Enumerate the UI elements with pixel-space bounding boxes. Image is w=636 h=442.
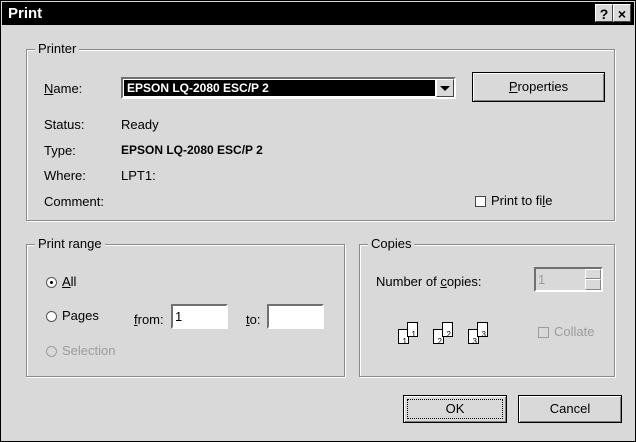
spin-up-button[interactable]	[585, 269, 601, 279]
collate-checkbox[interactable]	[538, 327, 549, 338]
comment-label: Comment:	[44, 194, 104, 209]
collate-label: Collate	[554, 324, 595, 339]
from-value: 1	[175, 309, 183, 324]
all-label: All	[62, 274, 77, 289]
dropdown-button[interactable]	[436, 79, 454, 97]
help-button[interactable]: ?	[595, 4, 613, 22]
from-input[interactable]: 1	[171, 304, 228, 329]
to-label: to:	[246, 312, 261, 327]
all-radio[interactable]	[46, 277, 57, 288]
from-label: from:	[134, 312, 164, 327]
name-label: Name:	[44, 81, 83, 96]
cancel-button[interactable]: Cancel	[518, 395, 622, 423]
selection-label: Selection	[62, 343, 116, 358]
number-of-copies-label: Number of copies:	[376, 274, 482, 289]
copies-group: Copies	[359, 236, 615, 377]
properties-button[interactable]: Properties	[472, 72, 605, 102]
print-range-legend: Print range	[35, 236, 105, 251]
printer-legend: Printer	[35, 41, 80, 56]
type-value: EPSON LQ-2080 ESC/P 2	[121, 143, 263, 157]
status-value: Ready	[121, 117, 159, 132]
close-button[interactable]: ×	[613, 4, 631, 22]
print-dialog: Print ? × Printer Name: EPSON LQ-2080 ES…	[0, 0, 636, 442]
selection-radio[interactable]	[46, 346, 57, 357]
where-label: Where:	[44, 168, 86, 183]
to-input[interactable]	[267, 304, 324, 329]
spin-down-button[interactable]	[585, 279, 601, 290]
page-icon: 3	[477, 322, 488, 339]
chevron-down-icon	[440, 86, 450, 91]
copies-spinner[interactable]: 1	[534, 267, 603, 292]
page-icon: 2	[442, 322, 453, 339]
pages-radio[interactable]	[46, 311, 57, 322]
print-to-file-checkbox[interactable]	[475, 196, 486, 207]
window-title: Print	[8, 5, 43, 22]
title-bar: Print ? ×	[2, 2, 634, 25]
printer-name-select[interactable]: EPSON LQ-2080 ESC/P 2	[121, 77, 456, 99]
printer-name-value: EPSON LQ-2080 ESC/P 2	[124, 80, 435, 96]
copies-value: 1	[538, 272, 546, 287]
pages-label: Pages	[62, 308, 99, 323]
print-to-file-label: Print to file	[491, 193, 553, 208]
status-label: Status:	[44, 117, 85, 132]
page-icon: 1	[407, 322, 418, 339]
where-value: LPT1:	[121, 168, 156, 183]
copies-legend: Copies	[368, 236, 415, 251]
type-label: Type:	[44, 143, 76, 158]
ok-button[interactable]: OK	[403, 395, 507, 423]
